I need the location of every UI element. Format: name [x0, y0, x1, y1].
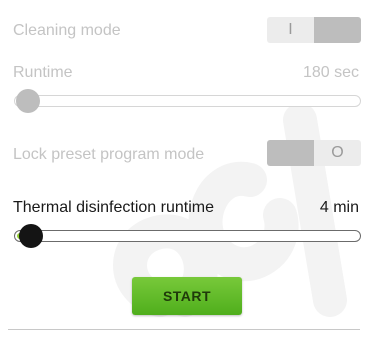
runtime-slider-track[interactable] [14, 95, 361, 107]
runtime-value: 180 sec [302, 64, 359, 81]
lock-preset-toggle[interactable]: O [267, 140, 361, 166]
settings-panel: Cleaning mode I Runtime 180 sec Lock pre… [0, 0, 367, 337]
runtime-label: Runtime [13, 64, 73, 81]
cleaning-mode-label: Cleaning mode [13, 22, 121, 39]
cleaning-mode-toggle-off [314, 17, 361, 43]
bottom-divider [8, 329, 360, 330]
thermal-runtime-slider-thumb[interactable] [19, 224, 43, 248]
start-button[interactable]: START [132, 277, 242, 315]
runtime-slider-thumb[interactable] [16, 89, 40, 113]
thermal-runtime-label: Thermal disinfection runtime [13, 199, 214, 216]
cleaning-mode-toggle-on: I [267, 17, 314, 43]
thermal-runtime-slider-track[interactable] [14, 230, 361, 242]
lock-preset-toggle-off: O [314, 140, 361, 166]
lock-preset-label: Lock preset program mode [13, 146, 205, 163]
lock-preset-toggle-on [267, 140, 314, 166]
cleaning-mode-toggle[interactable]: I [267, 17, 361, 43]
thermal-runtime-value: 4 min [319, 199, 359, 216]
